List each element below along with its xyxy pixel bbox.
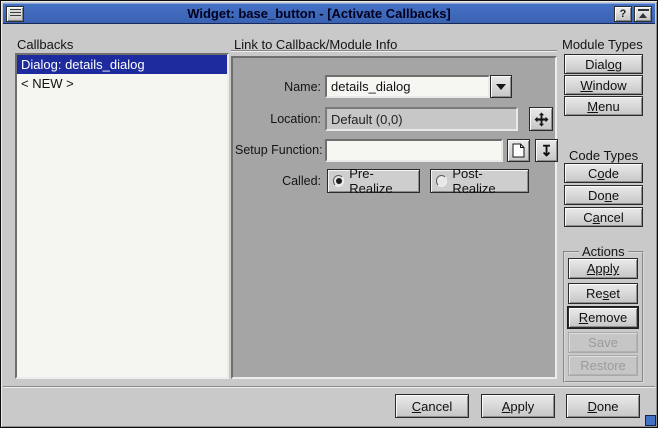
cancel-button[interactable]: Cancel xyxy=(395,394,469,418)
done-button[interactable]: Done xyxy=(566,394,640,418)
list-item[interactable]: Dialog: details_dialog xyxy=(17,55,227,74)
code-done-button[interactable]: Done xyxy=(564,185,643,205)
location-label: Location: xyxy=(235,112,321,126)
window-menu-icon xyxy=(10,9,21,18)
radio-icon xyxy=(436,175,447,187)
module-window-button[interactable]: Window xyxy=(564,75,643,95)
module-menu-button[interactable]: Menu xyxy=(564,96,643,116)
called-label: Called: xyxy=(235,174,321,188)
code-cancel-button[interactable]: Cancel xyxy=(564,207,643,227)
code-types-label: Code Types xyxy=(569,148,638,163)
setup-function-input[interactable] xyxy=(325,139,503,162)
name-label: Name: xyxy=(235,80,321,94)
actions-label: Actions xyxy=(579,244,628,259)
window-menu-button[interactable] xyxy=(6,6,24,22)
titlebar: Widget: base_button - [Activate Callback… xyxy=(3,3,655,24)
name-dropdown-button[interactable] xyxy=(490,75,512,98)
action-save-button[interactable]: Save xyxy=(568,332,638,353)
setup-function-label: Setup Function: xyxy=(235,143,321,157)
module-dialog-button[interactable]: Dialog xyxy=(564,54,643,74)
help-button[interactable]: ? xyxy=(614,6,632,22)
shade-button[interactable] xyxy=(634,6,652,22)
radio-label: Pre-Realize xyxy=(349,166,412,196)
window-title: Widget: base_button - [Activate Callback… xyxy=(25,6,613,21)
callback-info-panel: Name: details_dialog Location: Default (… xyxy=(231,56,557,379)
section-separator xyxy=(231,50,557,52)
radio-post-realize[interactable]: Post-Realize xyxy=(430,169,529,193)
callbacks-listbox[interactable]: Dialog: details_dialog < NEW > xyxy=(15,53,229,379)
bottom-separator xyxy=(3,386,655,388)
module-types-label: Module Types xyxy=(562,37,643,52)
down-arrow-from-bar-icon: ↧ xyxy=(540,142,553,160)
name-combobox[interactable]: details_dialog xyxy=(325,75,490,98)
radio-pre-realize[interactable]: Pre-Realize xyxy=(327,169,420,193)
shade-icon xyxy=(638,9,649,18)
chevron-down-icon xyxy=(496,84,506,90)
action-apply-button[interactable]: Apply xyxy=(568,258,638,279)
apply-button[interactable]: Apply xyxy=(481,394,555,418)
resize-corner[interactable] xyxy=(645,415,656,426)
code-code-button[interactable]: Code xyxy=(564,163,643,183)
app-window: Widget: base_button - [Activate Callback… xyxy=(0,0,658,428)
move-icon xyxy=(534,112,549,127)
setup-paste-button[interactable]: ↧ xyxy=(535,139,558,162)
action-remove-button[interactable]: Remove xyxy=(568,307,638,328)
radio-icon xyxy=(333,175,344,187)
action-restore-button[interactable]: Restore xyxy=(568,355,638,376)
callbacks-label: Callbacks xyxy=(17,37,73,52)
new-document-icon xyxy=(512,143,525,158)
location-field[interactable]: Default (0,0) xyxy=(325,107,518,131)
list-item[interactable]: < NEW > xyxy=(17,74,227,93)
setup-new-button[interactable] xyxy=(507,139,530,162)
radio-label: Post-Realize xyxy=(452,166,521,196)
action-reset-button[interactable]: Reset xyxy=(568,283,638,304)
location-move-button[interactable] xyxy=(529,107,553,131)
